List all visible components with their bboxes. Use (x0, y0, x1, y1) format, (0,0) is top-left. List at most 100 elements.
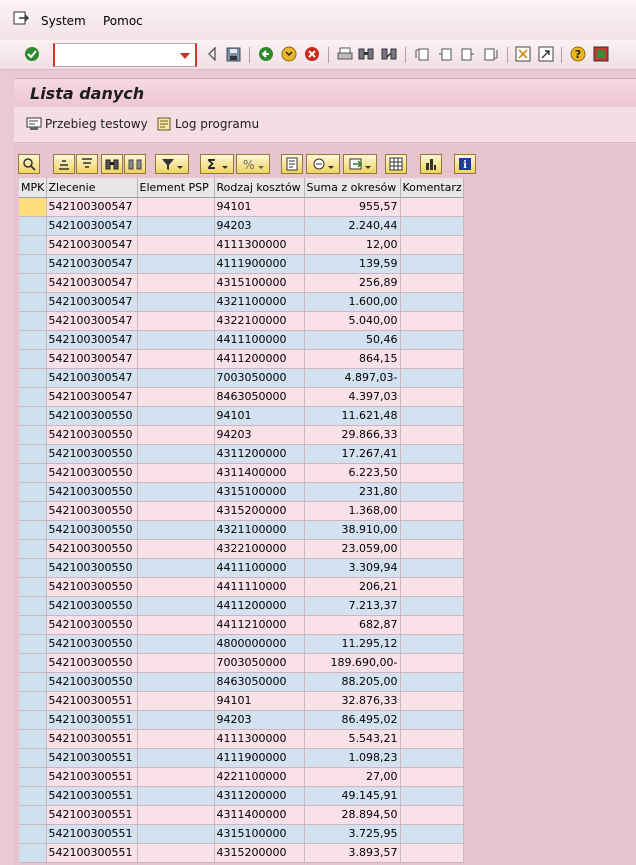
cell-suma-z-okresow[interactable]: 256,89 (304, 273, 401, 293)
cell-zlecenie[interactable]: 542100300551 (46, 748, 138, 768)
cell-zlecenie[interactable]: 542100300551 (46, 805, 138, 825)
cell-suma-z-okresow[interactable]: 49.145,91 (304, 786, 401, 806)
cell-zlecenie[interactable]: 542100300550 (46, 615, 138, 635)
cell-zlecenie[interactable]: 542100300550 (46, 577, 138, 597)
cell-zlecenie[interactable]: 542100300550 (46, 596, 138, 616)
filter-icon[interactable] (155, 154, 189, 174)
cell-suma-z-okresow[interactable]: 189.690,00- (304, 653, 401, 673)
cell-rodzaj-kosztow[interactable]: 94203 (214, 710, 305, 730)
cell-mpk[interactable] (19, 482, 47, 502)
cell-rodzaj-kosztow[interactable]: 4111300000 (214, 235, 305, 255)
details-icon[interactable] (18, 154, 40, 174)
table-row[interactable]: 542100300550 94101 11.621,48 (19, 406, 464, 426)
table-row[interactable]: 542100300550 4311400000 6.223,50 (19, 463, 464, 483)
cell-suma-z-okresow[interactable]: 1.098,23 (304, 748, 401, 768)
table-row[interactable]: 542100300547 4315100000 256,89 (19, 273, 464, 293)
table-row[interactable]: 542100300550 4411110000 206,21 (19, 577, 464, 597)
new-session-icon[interactable] (514, 45, 532, 63)
cell-suma-z-okresow[interactable]: 5.040,00 (304, 311, 401, 331)
cell-element-psp[interactable] (137, 311, 215, 331)
cell-komentarz[interactable] (400, 330, 464, 350)
cell-mpk[interactable] (19, 615, 47, 635)
cell-mpk[interactable] (19, 501, 47, 521)
cell-suma-z-okresow[interactable]: 955,57 (304, 197, 401, 217)
cell-element-psp[interactable] (137, 767, 215, 787)
table-row[interactable]: 542100300551 4311400000 28.894,50 (19, 805, 464, 825)
cell-mpk[interactable] (19, 349, 47, 369)
cell-rodzaj-kosztow[interactable]: 4411200000 (214, 596, 305, 616)
cell-element-psp[interactable] (137, 216, 215, 236)
table-row[interactable]: 542100300551 94203 86.495,02 (19, 710, 464, 730)
menu-system[interactable]: System (41, 14, 86, 28)
cell-element-psp[interactable] (137, 425, 215, 445)
cell-mpk[interactable] (19, 767, 47, 787)
cancel-icon[interactable] (303, 45, 321, 63)
cell-zlecenie[interactable]: 542100300547 (46, 311, 138, 331)
cell-komentarz[interactable] (400, 311, 464, 331)
collapse-toolbar-icon[interactable] (203, 45, 221, 63)
info-icon[interactable]: i (454, 154, 476, 174)
table-row[interactable]: 542100300547 4322100000 5.040,00 (19, 311, 464, 331)
cell-zlecenie[interactable]: 542100300550 (46, 520, 138, 540)
command-input[interactable] (59, 45, 177, 65)
help-icon[interactable]: ? (569, 45, 587, 63)
cell-element-psp[interactable] (137, 235, 215, 255)
table-row[interactable]: 542100300550 94203 29.866,33 (19, 425, 464, 445)
cell-rodzaj-kosztow[interactable]: 4411110000 (214, 577, 305, 597)
cell-suma-z-okresow[interactable]: 86.495,02 (304, 710, 401, 730)
cell-mpk[interactable] (19, 596, 47, 616)
cell-mpk[interactable] (19, 786, 47, 806)
table-row[interactable]: 542100300547 4411100000 50,46 (19, 330, 464, 350)
table-row[interactable]: 542100300550 4315200000 1.368,00 (19, 501, 464, 521)
cell-zlecenie[interactable]: 542100300550 (46, 406, 138, 426)
cell-komentarz[interactable] (400, 539, 464, 559)
table-row[interactable]: 542100300550 4321100000 38.910,00 (19, 520, 464, 540)
cell-element-psp[interactable] (137, 406, 215, 426)
cell-suma-z-okresow[interactable]: 38.910,00 (304, 520, 401, 540)
cell-mpk[interactable] (19, 463, 47, 483)
cell-zlecenie[interactable]: 542100300550 (46, 558, 138, 578)
cell-element-psp[interactable] (137, 729, 215, 749)
cell-zlecenie[interactable]: 542100300547 (46, 254, 138, 274)
sort-ascending-icon[interactable] (53, 154, 75, 174)
cell-suma-z-okresow[interactable]: 206,21 (304, 577, 401, 597)
chevron-down-icon[interactable] (180, 53, 190, 59)
find-next-icon[interactable] (124, 154, 146, 174)
cell-zlecenie[interactable]: 542100300551 (46, 710, 138, 730)
cell-rodzaj-kosztow[interactable]: 4315200000 (214, 843, 305, 863)
cell-rodzaj-kosztow[interactable]: 94101 (214, 691, 305, 711)
exit-icon[interactable] (280, 45, 298, 63)
cell-suma-z-okresow[interactable]: 3.725,95 (304, 824, 401, 844)
cell-suma-z-okresow[interactable]: 4.897,03- (304, 368, 401, 388)
cell-komentarz[interactable] (400, 482, 464, 502)
program-log-button[interactable]: Log programu (156, 117, 259, 131)
cell-komentarz[interactable] (400, 501, 464, 521)
cell-zlecenie[interactable]: 542100300547 (46, 330, 138, 350)
table-row[interactable]: 542100300550 7003050000 189.690,00- (19, 653, 464, 673)
cell-rodzaj-kosztow[interactable]: 4311400000 (214, 805, 305, 825)
cell-komentarz[interactable] (400, 254, 464, 274)
table-row[interactable]: 542100300547 4111300000 12,00 (19, 235, 464, 255)
cell-mpk[interactable] (19, 292, 47, 312)
cell-suma-z-okresow[interactable]: 5.543,21 (304, 729, 401, 749)
cell-mpk[interactable] (19, 539, 47, 559)
cell-zlecenie[interactable]: 542100300550 (46, 672, 138, 692)
cell-suma-z-okresow[interactable]: 3.893,57 (304, 843, 401, 863)
cell-zlecenie[interactable]: 542100300547 (46, 235, 138, 255)
last-page-icon[interactable] (482, 45, 500, 63)
cell-mpk[interactable] (19, 577, 47, 597)
cell-element-psp[interactable] (137, 615, 215, 635)
find-next-icon[interactable] (380, 45, 398, 63)
cell-element-psp[interactable] (137, 577, 215, 597)
cell-element-psp[interactable] (137, 273, 215, 293)
cell-suma-z-okresow[interactable]: 17.267,41 (304, 444, 401, 464)
cell-komentarz[interactable] (400, 710, 464, 730)
cell-element-psp[interactable] (137, 748, 215, 768)
cell-rodzaj-kosztow[interactable]: 4411100000 (214, 330, 305, 350)
cell-element-psp[interactable] (137, 558, 215, 578)
column-header-suma-z-okresow[interactable]: Suma z okresów (304, 178, 401, 198)
table-row[interactable]: 542100300550 4315100000 231,80 (19, 482, 464, 502)
cell-rodzaj-kosztow[interactable]: 4322100000 (214, 539, 305, 559)
cell-suma-z-okresow[interactable]: 11.295,12 (304, 634, 401, 654)
cell-element-psp[interactable] (137, 520, 215, 540)
